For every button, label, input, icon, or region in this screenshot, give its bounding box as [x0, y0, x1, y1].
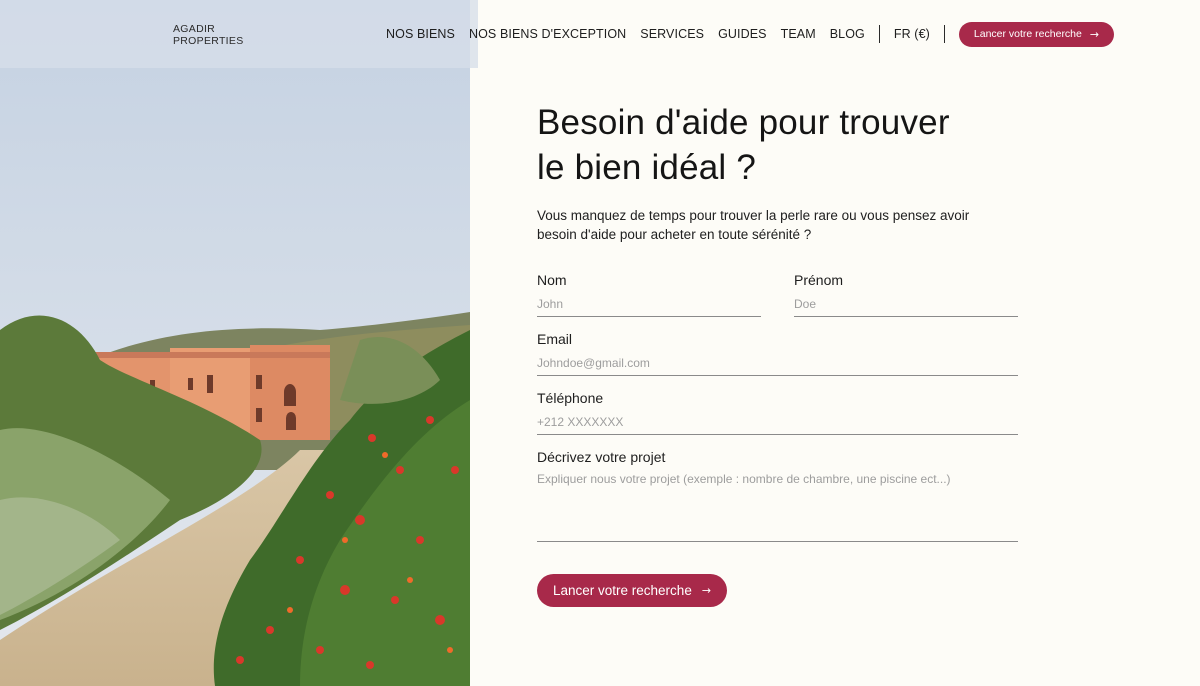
- nav-services[interactable]: SERVICES: [640, 27, 704, 41]
- contact-section: Besoin d'aide pour trouver le bien idéal…: [537, 100, 1019, 607]
- email-field-group: Email: [537, 331, 1018, 376]
- arrow-right-icon: →: [1089, 27, 1100, 41]
- page-title: Besoin d'aide pour trouver le bien idéal…: [537, 103, 950, 187]
- header-search-button[interactable]: Lancer votre recherche →: [958, 21, 1115, 47]
- prenom-input[interactable]: [794, 297, 1018, 317]
- projet-textarea[interactable]: [537, 472, 1018, 542]
- contact-fields: Email Téléphone Décrivez votre projet: [537, 331, 1019, 547]
- main-nav: NOS BIENS NOS BIENS D'EXCEPTION SERVICES…: [386, 0, 1115, 68]
- email-label: Email: [537, 331, 573, 347]
- nav-nos-biens-exception[interactable]: NOS BIENS D'EXCEPTION: [469, 27, 626, 41]
- nav-blog[interactable]: BLOG: [830, 27, 865, 41]
- nom-field-group: Nom: [537, 272, 761, 317]
- page-subtitle: Vous manquez de temps pour trouver la pe…: [537, 208, 970, 242]
- projet-field-group: Décrivez votre projet: [537, 449, 1018, 547]
- nav-divider: [943, 25, 945, 43]
- prenom-field-group: Prénom: [794, 272, 1018, 317]
- arrow-right-icon: →: [701, 584, 712, 597]
- nav-divider: [878, 25, 880, 43]
- name-row: Nom Prénom: [537, 272, 1019, 317]
- submit-search-button[interactable]: Lancer votre recherche →: [537, 574, 728, 607]
- language-selector[interactable]: FR (€): [894, 27, 930, 41]
- hero-photo: [0, 0, 470, 686]
- nav-team[interactable]: TEAM: [781, 27, 816, 41]
- nav-guides[interactable]: GUIDES: [718, 27, 767, 41]
- logo-line-2: PROPERTIES: [173, 35, 244, 47]
- search-request-form: Nom Prénom Email Téléphone Décrivez votr…: [537, 272, 1019, 607]
- logo-line-1: AGADIR: [173, 23, 216, 35]
- submit-search-button-label: Lancer votre recherche: [553, 583, 692, 598]
- telephone-input[interactable]: [537, 415, 1018, 435]
- nom-label: Nom: [537, 272, 567, 288]
- site-header: AGADIR PROPERTIES NOS BIENS NOS BIENS D'…: [0, 0, 1200, 68]
- telephone-label: Téléphone: [537, 390, 604, 406]
- projet-label: Décrivez votre projet: [537, 449, 666, 465]
- email-input[interactable]: [537, 356, 1018, 376]
- prenom-label: Prénom: [794, 272, 844, 288]
- header-search-button-label: Lancer votre recherche: [973, 28, 1082, 40]
- nom-input[interactable]: [537, 297, 761, 317]
- nav-nos-biens[interactable]: NOS BIENS: [386, 27, 455, 41]
- telephone-field-group: Téléphone: [537, 390, 1018, 435]
- logo[interactable]: AGADIR PROPERTIES: [173, 23, 244, 47]
